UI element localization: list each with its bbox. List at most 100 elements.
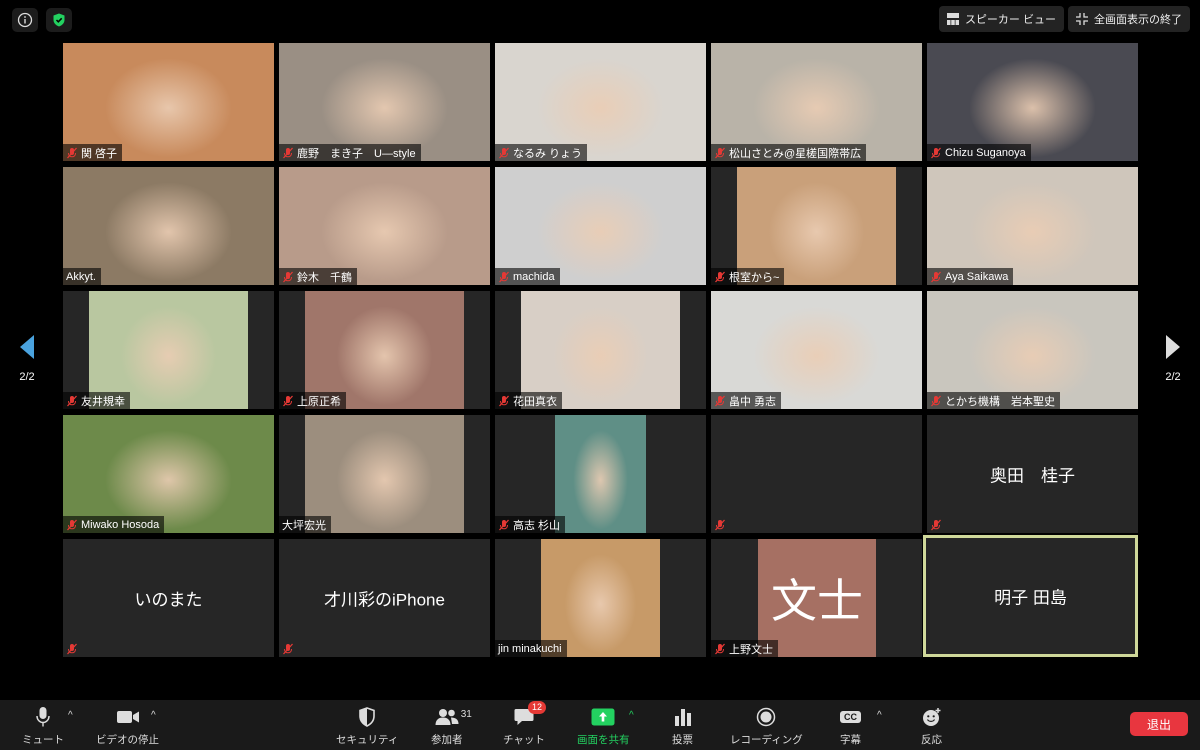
participant-name: jin minakuchi [498, 642, 562, 655]
captions-button[interactable]: CC 字幕 [840, 705, 861, 747]
security-button[interactable]: セキュリティ [336, 705, 398, 747]
exit-fullscreen-icon [1076, 13, 1088, 25]
chat-label: チャット [503, 734, 545, 746]
participant-name: なるみ りょう [513, 147, 583, 160]
participant-name-label [63, 640, 83, 657]
participant-name-label: 大坪宏光 [279, 516, 331, 533]
participant-tile[interactable]: なるみ りょう [495, 43, 706, 161]
encryption-shield-icon[interactable] [46, 8, 72, 32]
video-feed [555, 415, 646, 533]
participant-tile[interactable] [711, 415, 922, 533]
arrow-left-icon [20, 335, 34, 359]
muted-mic-icon [282, 395, 294, 407]
info-icon[interactable] [12, 8, 38, 32]
participant-tile[interactable]: 畠中 勇志 [711, 291, 922, 409]
video-options-caret-icon[interactable]: ^ [151, 710, 156, 721]
reactions-emoji-icon [922, 705, 942, 729]
muted-mic-icon [714, 643, 726, 655]
muted-mic-icon [714, 271, 726, 283]
participant-tile[interactable]: machida [495, 167, 706, 285]
participant-name-label: 鈴木 千鶴 [279, 268, 357, 285]
leave-meeting-button[interactable]: 退出 [1130, 712, 1188, 736]
participant-display-name: いのまた [134, 590, 203, 610]
captions-options-caret-icon[interactable]: ^ [877, 710, 882, 721]
participant-name-label: 上原正希 [279, 392, 346, 409]
participant-name: 友井規幸 [81, 395, 125, 408]
participant-tile[interactable]: Miwako Hosoda [63, 415, 274, 533]
participant-tile[interactable]: 鹿野 まき子 U—style [279, 43, 490, 161]
participant-name: 上原正希 [297, 395, 341, 408]
participant-name: Akkyt. [66, 270, 96, 283]
participant-tile[interactable]: Aya Saikawa [927, 167, 1138, 285]
participant-tile[interactable]: いのまた [63, 539, 274, 657]
stop-video-button[interactable]: ビデオの停止 [96, 705, 159, 747]
participant-tile[interactable]: 高志 杉山 [495, 415, 706, 533]
page-indicator-left: 2/2 [19, 371, 35, 383]
polls-bar-chart-icon [674, 705, 692, 729]
exit-fullscreen-button[interactable]: 全画面表示の終了 [1068, 6, 1190, 32]
participants-button[interactable]: 31 参加者 [431, 705, 472, 747]
participant-name-label: machida [495, 268, 560, 285]
participants-count: 31 [460, 709, 472, 720]
record-icon [756, 705, 776, 729]
chat-button[interactable]: 12 チャット [503, 701, 546, 747]
participant-name-label: jin minakuchi [495, 640, 567, 657]
muted-mic-icon [498, 271, 510, 283]
participant-tile[interactable]: 奥田 桂子 [927, 415, 1138, 533]
participant-tile[interactable]: 根室から~ [711, 167, 922, 285]
active-speaker-tile[interactable]: 明子 田島 [923, 535, 1138, 657]
participant-name: 畠中 勇志 [729, 395, 777, 408]
audio-options-caret-icon[interactable]: ^ [68, 710, 73, 721]
previous-page-button[interactable]: 2/2 [12, 334, 42, 383]
participant-name-label: Miwako Hosoda [63, 516, 165, 533]
arrow-right-icon [1166, 335, 1180, 359]
participant-name-label: 根室から~ [711, 268, 785, 285]
participant-tile[interactable]: 花田真衣 [495, 291, 706, 409]
participant-name-label: とかち機構 岩本聖史 [927, 392, 1060, 409]
microphone-icon [35, 705, 51, 729]
muted-mic-icon [930, 271, 942, 283]
reactions-label: 反応 [921, 734, 942, 746]
participant-name-label: 松山さとみ@星槎国際帯広 [711, 144, 867, 161]
muted-mic-icon [66, 147, 78, 159]
participant-name: Aya Saikawa [945, 270, 1009, 283]
participant-tile[interactable]: 大坪宏光 [279, 415, 490, 533]
participant-tile[interactable]: 関 啓子 [63, 43, 274, 161]
polls-button[interactable]: 投票 [672, 705, 693, 747]
recording-button[interactable]: レコーディング [730, 705, 803, 747]
reactions-button[interactable]: 反応 [921, 705, 942, 747]
participant-tile[interactable]: とかち機構 岩本聖史 [927, 291, 1138, 409]
video-camera-icon [116, 705, 140, 729]
participant-tile[interactable]: Akkyt. [63, 167, 274, 285]
participant-name: 根室から~ [729, 271, 780, 284]
participant-tile[interactable]: 才川彩のiPhone [279, 539, 490, 657]
participant-name: 鈴木 千鶴 [297, 271, 352, 284]
participant-name-label: 鹿野 まき子 U—style [279, 144, 421, 161]
participant-name-label [927, 516, 947, 533]
participant-tile[interactable]: 文士 上野文士 [711, 539, 922, 657]
participant-tile[interactable]: 鈴木 千鶴 [279, 167, 490, 285]
participant-tile[interactable]: Chizu Suganoya [927, 43, 1138, 161]
closed-captions-icon: CC [840, 705, 861, 729]
participant-name-label: 上野文士 [711, 640, 778, 657]
participant-name-label: 友井規幸 [63, 392, 130, 409]
participant-tile[interactable]: 友井規幸 [63, 291, 274, 409]
participant-name: 高志 杉山 [513, 519, 561, 532]
participant-name: machida [513, 270, 555, 283]
share-options-caret-icon[interactable]: ^ [629, 710, 634, 721]
muted-mic-icon [282, 643, 294, 655]
participant-tile[interactable]: 松山さとみ@星槎国際帯広 [711, 43, 922, 161]
share-screen-label: 画面を共有 [577, 734, 630, 746]
next-page-button[interactable]: 2/2 [1158, 334, 1188, 383]
share-screen-button[interactable]: 画面を共有 [577, 705, 630, 747]
participant-tile[interactable]: 上原正希 [279, 291, 490, 409]
captions-label: 字幕 [840, 734, 861, 746]
participant-tile[interactable]: jin minakuchi [495, 539, 706, 657]
security-label: セキュリティ [336, 734, 399, 746]
muted-mic-icon [498, 519, 510, 531]
participant-name: 松山さとみ@星槎国際帯広 [729, 147, 862, 160]
participant-display-name: 明子 田島 [994, 588, 1067, 608]
speaker-view-button[interactable]: スピーカー ビュー [938, 6, 1064, 32]
participant-display-name: 奥田 桂子 [990, 466, 1075, 486]
mute-button[interactable]: ミュート [22, 705, 64, 747]
